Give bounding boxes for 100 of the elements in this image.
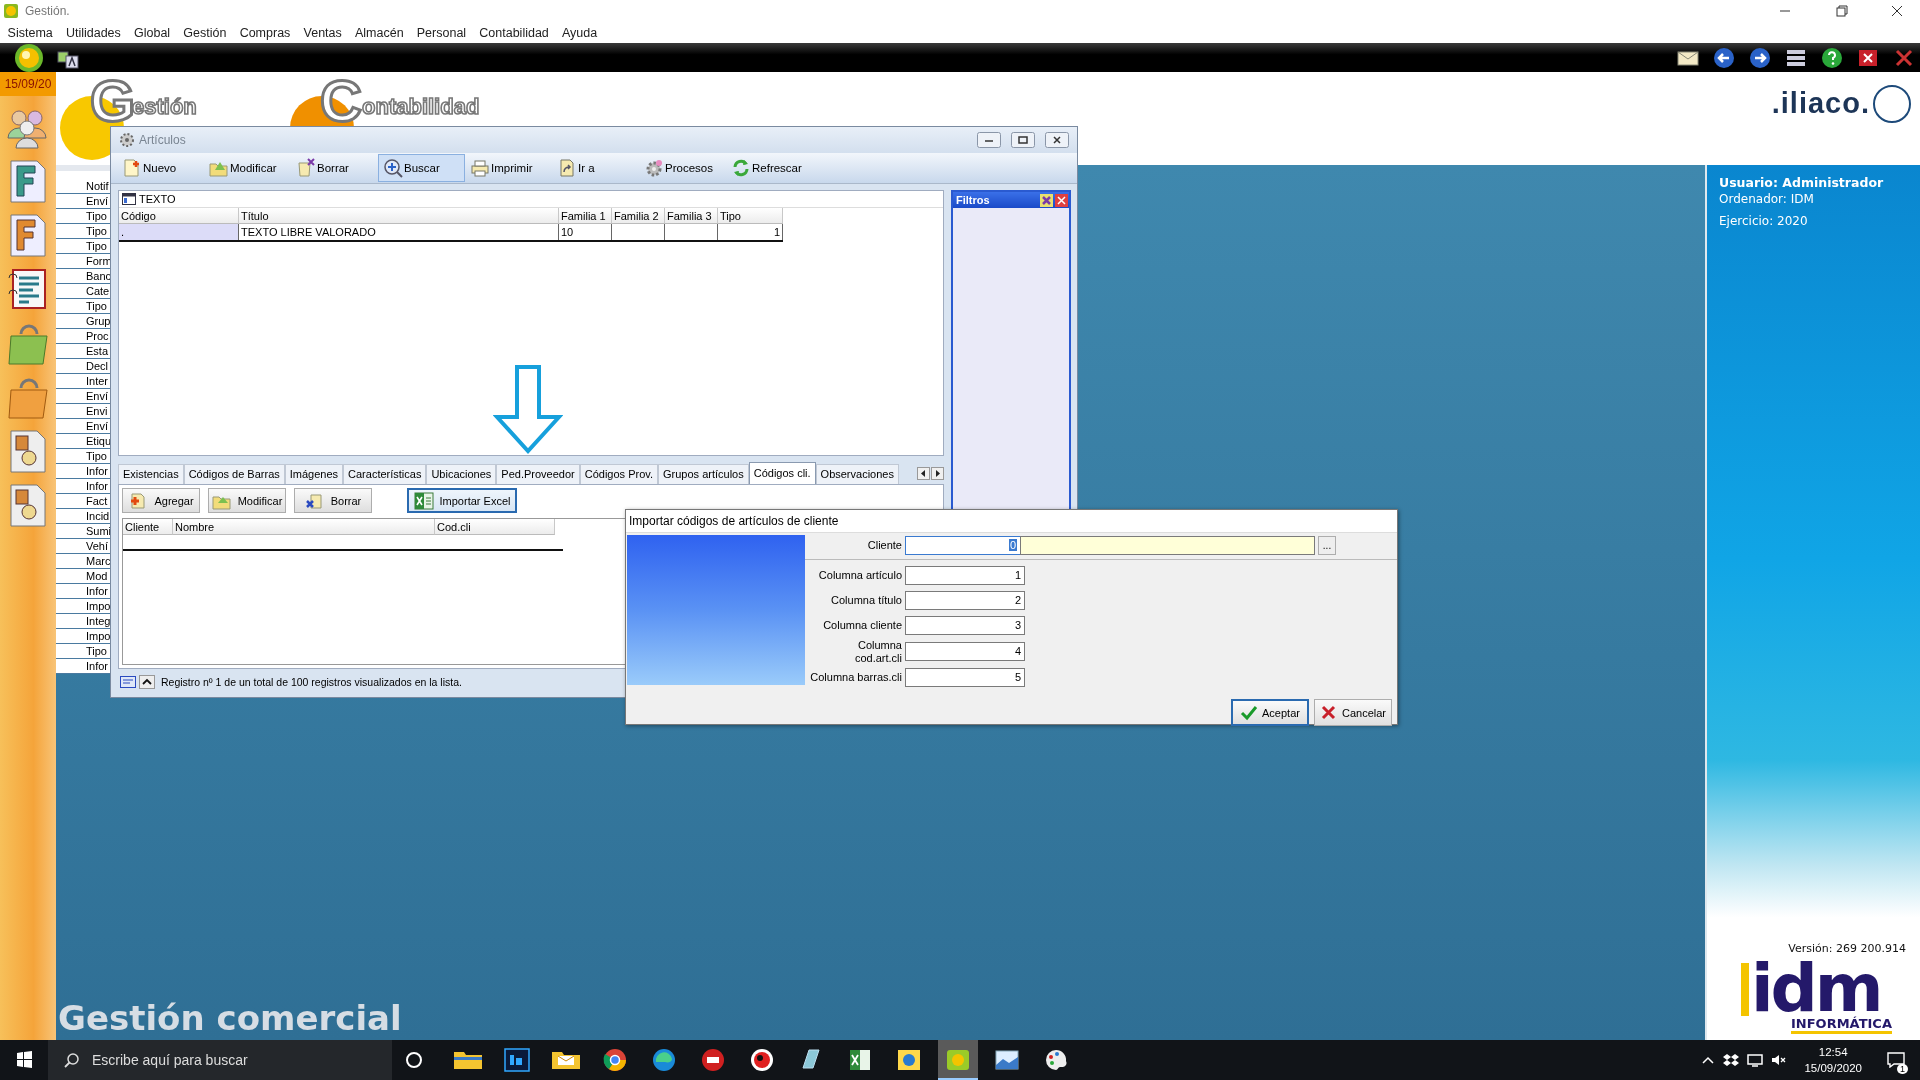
user-label: Usuario: Administrador <box>1719 175 1885 190</box>
maximize-icon[interactable] <box>1011 132 1035 148</box>
gear-icon <box>644 158 664 178</box>
table-cell: TEXTO LIBRE VALORADO <box>239 224 559 240</box>
menu-item[interactable]: Personal <box>410 25 473 40</box>
action-button[interactable]: Agregar <box>122 488 200 513</box>
form-icon[interactable] <box>120 675 136 689</box>
dialog-title: Importar códigos de artículos de cliente <box>626 510 1397 533</box>
column-header[interactable]: Tipo <box>718 208 783 224</box>
window-title: Artículos <box>139 133 186 147</box>
new-document-icon <box>122 158 142 178</box>
search-field[interactable]: Escribe aquí para buscar <box>48 1040 392 1080</box>
caption-text: TEXTO <box>139 193 176 205</box>
toolbar-button[interactable]: Refrescar <box>726 154 813 182</box>
column-header[interactable]: Familia 1 <box>559 208 612 224</box>
help-icon[interactable] <box>1820 45 1844 70</box>
menu-item[interactable]: Contabilidad <box>472 25 556 40</box>
close-icon[interactable] <box>1045 132 1069 148</box>
toolbar-button[interactable]: Ir a <box>552 154 639 182</box>
tab[interactable]: Existencias <box>118 464 184 484</box>
menu-item[interactable]: Gestión <box>176 25 234 40</box>
field-label: Columna cliente <box>822 619 902 632</box>
clock[interactable]: 12:54 15/09/2020 <box>1794 1044 1872 1076</box>
column-header[interactable]: Cliente <box>123 519 173 535</box>
action-button[interactable]: Modificar <box>208 488 286 513</box>
toolbar-button[interactable]: Borrar <box>291 154 378 182</box>
clock-date: 15/09/2020 <box>1804 1061 1862 1076</box>
printer-icon <box>470 158 490 178</box>
status-text: Registro nº 1 de un total de 100 registros visualizados en la lista. <box>161 676 462 688</box>
menu-item[interactable]: Almacén <box>348 25 411 40</box>
scroll-left-icon[interactable] <box>917 466 930 480</box>
menu-item[interactable]: Sistema <box>1 25 60 40</box>
minimize-icon[interactable] <box>977 132 1001 148</box>
menu-item[interactable]: Ayuda <box>555 25 604 40</box>
field-label: Columna cod.art.cli <box>853 639 902 664</box>
column-header[interactable]: Familia 2 <box>612 208 665 224</box>
input-field[interactable]: 5 <box>905 668 1025 687</box>
action-button[interactable]: Borrar <box>294 488 372 513</box>
brand-logo-text: .iliaco. <box>1771 87 1870 120</box>
date-label: 15/09/20 <box>0 72 56 96</box>
menu-item[interactable]: Utilidades <box>59 25 128 40</box>
search-icon <box>64 1052 80 1068</box>
tab[interactable]: Ubicaciones <box>426 464 497 484</box>
check-icon <box>1240 704 1259 721</box>
panel-title: Filtros <box>956 194 990 206</box>
version-label: Versión: 269 200.914 <box>1788 942 1907 956</box>
year-label: Ejercicio: 2020 <box>1719 214 1809 228</box>
tab[interactable]: Observaciones <box>815 464 899 484</box>
menu-item[interactable]: Compras <box>233 25 297 40</box>
app-caption: Gestión comercial <box>57 998 402 1040</box>
toolbar-button[interactable]: Imprimir <box>465 154 552 182</box>
column-header[interactable]: Nombre <box>173 519 435 535</box>
network-icon[interactable] <box>1746 1052 1765 1068</box>
idm-logo-subtext: INFORMÁTICA <box>1791 1016 1892 1034</box>
dropbox-icon[interactable] <box>1722 1052 1741 1068</box>
action-button[interactable]: Importar Excel <box>407 488 517 513</box>
input-field[interactable]: 0 <box>905 536 1020 555</box>
field-label: Columna título <box>830 594 902 607</box>
tab[interactable]: Códigos Prov. <box>579 464 658 484</box>
dialog-button[interactable]: Cancelar <box>1314 699 1392 726</box>
tab[interactable]: Códigos de Barras <box>183 464 285 484</box>
circle-logo-icon <box>1872 83 1912 124</box>
table-icon <box>122 193 136 205</box>
window-title: Gestión. <box>25 4 70 18</box>
tab[interactable]: Características <box>343 464 427 484</box>
speech-bubble-icon <box>1887 1052 1905 1068</box>
computer-label: Ordenador: IDM <box>1719 192 1815 206</box>
name-field[interactable] <box>1020 536 1315 555</box>
column-header[interactable]: Cod.cli <box>435 519 555 535</box>
column-header[interactable]: Código <box>119 208 239 224</box>
tab[interactable]: Imágenes <box>284 464 344 484</box>
input-field[interactable]: 1 <box>905 566 1025 585</box>
clock-time: 12:54 <box>1817 1045 1849 1060</box>
document-arrow-icon <box>557 158 577 178</box>
notifications-button[interactable]: 1 <box>1878 1040 1914 1080</box>
toolbar-button[interactable]: Procesos <box>639 154 726 182</box>
scroll-right-icon[interactable] <box>931 466 944 480</box>
menu-item[interactable]: Global <box>127 25 177 40</box>
input-field[interactable]: 3 <box>905 616 1025 635</box>
tab[interactable]: Códigos cli. <box>748 462 816 484</box>
toolbar-button[interactable]: Buscar <box>378 154 465 182</box>
toolbar-button[interactable]: Nuevo <box>117 154 204 182</box>
table-cell: 1 <box>718 224 783 240</box>
toolbar-button[interactable]: Modificar <box>204 154 291 182</box>
collapse-up-icon[interactable] <box>139 675 155 689</box>
column-header[interactable]: Familia 3 <box>665 208 718 224</box>
field-label: Columna barras.cli <box>809 671 902 684</box>
tab[interactable]: Grupos artículos <box>658 464 749 484</box>
notification-count: 1 <box>1897 1064 1908 1074</box>
tab[interactable]: Ped.Proveedor <box>496 464 580 484</box>
table-cell: 10 <box>559 224 612 240</box>
dialog-button[interactable]: Aceptar <box>1231 699 1309 726</box>
column-header[interactable]: Título <box>239 208 559 224</box>
menu-item[interactable]: Ventas <box>296 25 349 40</box>
browse-button[interactable]: ... <box>1318 536 1336 555</box>
input-field[interactable]: 4 <box>905 642 1025 661</box>
pin-icon[interactable] <box>1040 193 1053 207</box>
cross-icon <box>1320 704 1338 721</box>
input-field[interactable]: 2 <box>905 591 1025 610</box>
logo-word: ontabilidad <box>362 96 480 118</box>
